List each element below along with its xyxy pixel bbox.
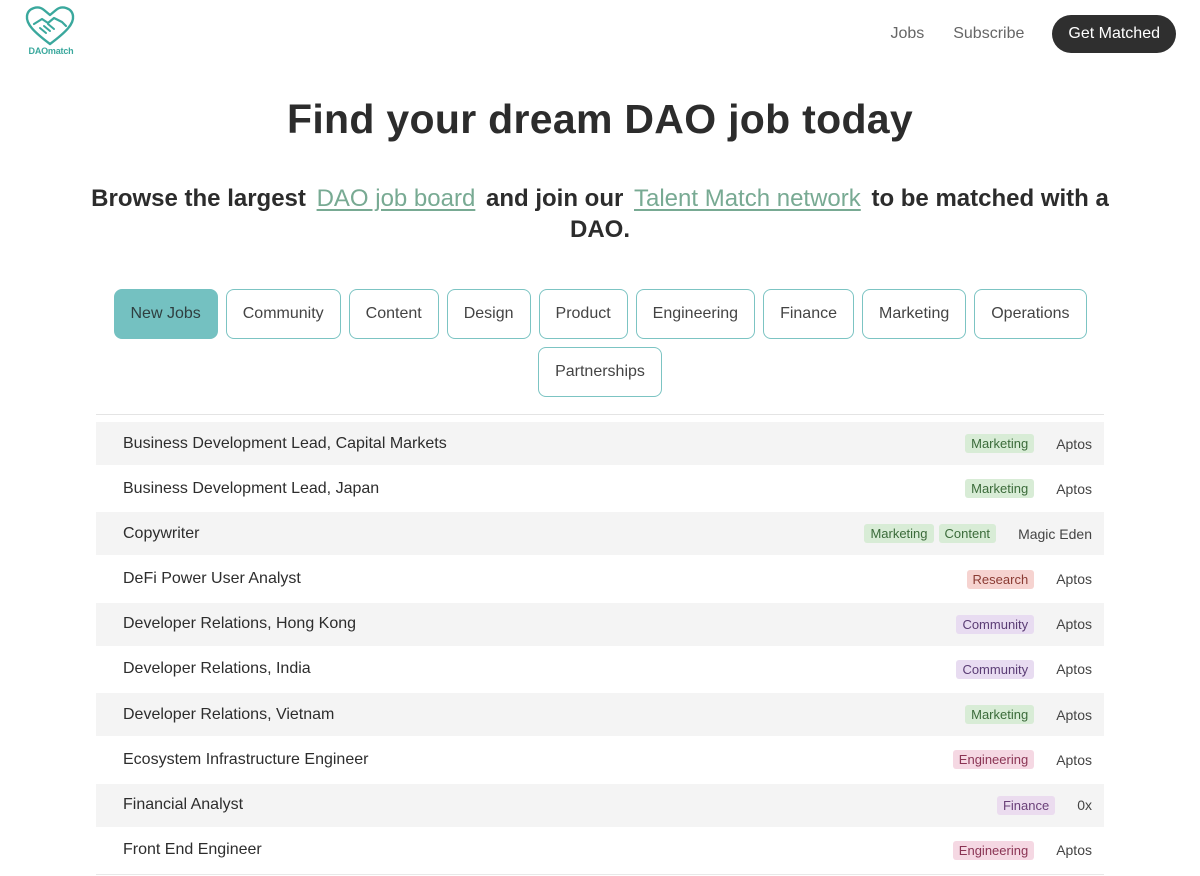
category-tag: Marketing xyxy=(864,524,934,544)
nav-jobs-link[interactable]: Jobs xyxy=(890,25,924,43)
category-tag: Community xyxy=(956,659,1035,679)
company-name: Aptos xyxy=(1056,571,1092,588)
talent-match-link[interactable]: Talent Match network xyxy=(634,185,861,212)
company-name: Magic Eden xyxy=(1018,525,1092,542)
filter-design[interactable]: Design xyxy=(446,289,531,339)
job-row[interactable]: Copywriter Marketing Content Magic Eden xyxy=(96,512,1104,556)
job-tags: Marketing xyxy=(960,705,1035,725)
job-tags: Research xyxy=(962,569,1035,589)
job-title[interactable]: Business Development Lead, Japan xyxy=(123,480,960,498)
filter-marketing[interactable]: Marketing xyxy=(861,289,967,339)
category-tag: Content xyxy=(938,524,997,544)
job-list: Business Development Lead, Capital Marke… xyxy=(96,422,1104,874)
handshake-heart-icon xyxy=(25,6,75,46)
job-tags: Marketing Content xyxy=(859,524,997,544)
job-title[interactable]: Developer Relations, Vietnam xyxy=(123,706,960,724)
category-tag: Community xyxy=(956,614,1035,634)
filter-finance[interactable]: Finance xyxy=(763,289,854,339)
category-tag: Finance xyxy=(996,795,1056,815)
filter-engineering[interactable]: Engineering xyxy=(635,289,756,339)
job-tags: Marketing xyxy=(960,479,1035,499)
filter-content[interactable]: Content xyxy=(348,289,439,339)
category-tag: Engineering xyxy=(952,840,1035,860)
company-name: Aptos xyxy=(1056,616,1092,633)
job-title[interactable]: DeFi Power User Analyst xyxy=(123,570,962,588)
divider xyxy=(96,414,1104,415)
job-row[interactable]: Business Development Lead, Japan Marketin… xyxy=(96,467,1104,510)
job-tags: Engineering xyxy=(948,750,1035,770)
category-tag: Marketing xyxy=(965,434,1035,453)
category-tag: Engineering xyxy=(952,750,1035,770)
job-title[interactable]: Business Development Lead, Capital Marke… xyxy=(123,435,960,453)
category-filters: New Jobs Community Content Design Produc… xyxy=(96,289,1104,397)
company-name: Aptos xyxy=(1056,751,1092,768)
filter-operations[interactable]: Operations xyxy=(974,289,1087,339)
subtitle-text: Browse the largest xyxy=(91,185,306,212)
site-header: DAOmatch Jobs Subscribe Get Matched xyxy=(0,0,1200,68)
job-tags: Community xyxy=(951,659,1035,679)
hero-subtitle: Browse the largest DAO job board and joi… xyxy=(80,183,1120,245)
job-row[interactable]: Developer Relations, Hong Kong Community A… xyxy=(96,602,1104,646)
filter-community[interactable]: Community xyxy=(225,289,341,339)
job-tags: Marketing xyxy=(960,434,1035,453)
get-matched-button[interactable]: Get Matched xyxy=(1052,15,1176,53)
page-title: Find your dream DAO job today xyxy=(286,96,914,142)
job-row[interactable]: Business Development Lead, Capital Marke… xyxy=(96,422,1104,465)
company-name: Aptos xyxy=(1056,435,1092,452)
company-name: Aptos xyxy=(1056,842,1092,859)
job-tags: Community xyxy=(951,614,1035,634)
job-title[interactable]: Developer Relations, India xyxy=(123,660,951,678)
top-nav: Jobs Subscribe Get Matched xyxy=(890,15,1176,53)
filter-partnerships[interactable]: Partnerships xyxy=(538,347,662,397)
job-title[interactable]: Copywriter xyxy=(123,525,859,543)
job-tags: Finance xyxy=(992,795,1056,815)
job-title[interactable]: Ecosystem Infrastructure Engineer xyxy=(123,751,948,769)
job-row[interactable]: Financial Analyst Finance 0x xyxy=(96,783,1104,827)
job-title[interactable]: Developer Relations, Hong Kong xyxy=(123,615,951,633)
nav-subscribe-link[interactable]: Subscribe xyxy=(953,25,1024,43)
job-title[interactable]: Financial Analyst xyxy=(123,796,992,814)
job-row[interactable]: Ecosystem Infrastructure Engineer Enginee… xyxy=(96,738,1104,781)
category-tag: Marketing xyxy=(965,479,1035,499)
company-name: Aptos xyxy=(1056,706,1092,723)
job-row[interactable]: Developer Relations, Vietnam Marketing Apt… xyxy=(96,693,1104,737)
company-name: Aptos xyxy=(1056,661,1092,678)
job-row[interactable]: DeFi Power User Analyst Research Aptos xyxy=(96,558,1104,601)
divider xyxy=(96,874,1104,875)
job-title[interactable]: Front End Engineer xyxy=(123,841,948,859)
logo[interactable]: DAOmatch xyxy=(24,4,76,56)
logo-text: DAOmatch xyxy=(28,46,74,56)
category-tag: Research xyxy=(966,569,1035,589)
filter-product[interactable]: Product xyxy=(538,289,628,339)
company-name: 0x xyxy=(1077,797,1092,813)
job-row[interactable]: Developer Relations, India Community Aptos xyxy=(96,648,1104,691)
job-row[interactable]: Front End Engineer Engineering Aptos xyxy=(96,829,1104,872)
filter-new-jobs[interactable]: New Jobs xyxy=(113,289,218,339)
subtitle-text: and join our xyxy=(486,185,624,212)
dao-job-board-link[interactable]: DAO job board xyxy=(317,185,476,212)
category-tag: Marketing xyxy=(965,705,1035,725)
company-name: Aptos xyxy=(1056,480,1092,497)
job-tags: Engineering xyxy=(948,840,1035,860)
